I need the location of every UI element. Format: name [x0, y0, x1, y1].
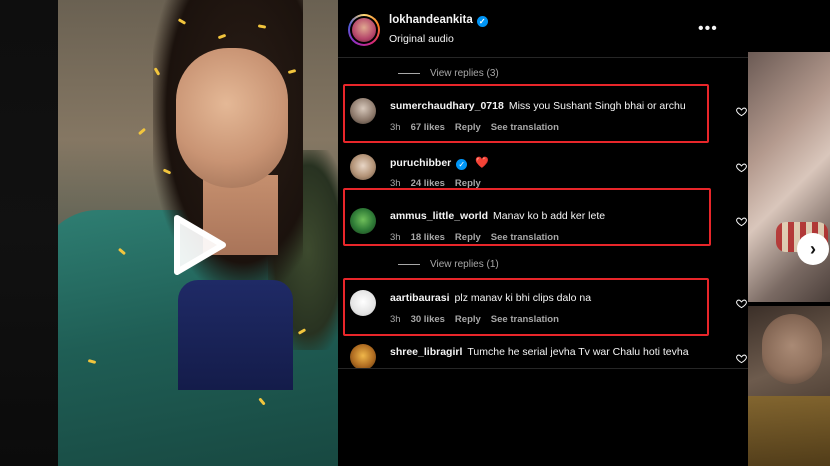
verified-badge-icon: ✓	[476, 16, 488, 27]
highlight-box	[343, 188, 711, 246]
feed-thumbnail-bottom[interactable]	[748, 306, 830, 466]
heart-outline-icon[interactable]	[736, 351, 747, 364]
comment-item: shree_libragirl Tumche he serial jevha Tv…	[350, 344, 748, 368]
more-horizontal-icon[interactable]: •••	[698, 20, 718, 38]
audio-label[interactable]: Original audio	[389, 33, 454, 45]
author-username[interactable]: lokhandeankita ✓	[389, 14, 488, 27]
comment-list: View replies (3) sumerchaudhary_0718 Miss…	[338, 58, 748, 368]
heart-outline-icon[interactable]	[736, 214, 747, 227]
reel-video[interactable]	[58, 0, 338, 466]
heart-outline-icon[interactable]	[736, 296, 747, 309]
highlight-box	[343, 84, 709, 143]
panel-divider	[338, 368, 748, 369]
commenter-avatar[interactable]	[350, 154, 376, 180]
commenter-username[interactable]: puruchibber	[390, 157, 451, 169]
reply-line	[398, 264, 420, 265]
comment-emoji: ❤️	[475, 157, 489, 169]
play-icon[interactable]	[171, 214, 227, 276]
highlight-box	[343, 278, 709, 336]
heart-outline-icon[interactable]	[736, 160, 747, 173]
view-replies-button[interactable]: View replies (3)	[398, 68, 499, 79]
comments-panel: lokhandeankita ✓ Original audio ••• View …	[338, 0, 748, 466]
post-header: lokhandeankita ✓ Original audio •••	[338, 0, 748, 58]
post-modal: lokhandeankita ✓ Original audio ••• View …	[58, 0, 748, 466]
feed-thumbnail-top[interactable]	[748, 52, 830, 302]
reply-line	[398, 73, 420, 74]
commenter-avatar[interactable]	[350, 344, 376, 368]
comment-text: Tumche he serial jevha Tv war Chalu hoti…	[467, 346, 689, 358]
commenter-username[interactable]: shree_libragirl	[390, 346, 462, 358]
feed-left-edge	[0, 0, 58, 466]
author-avatar[interactable]	[348, 14, 380, 46]
heart-outline-icon[interactable]	[736, 104, 747, 117]
chevron-right-icon[interactable]: ›	[797, 233, 829, 265]
verified-badge-icon: ✓	[456, 159, 468, 170]
view-replies-button[interactable]: View replies (1)	[398, 259, 499, 270]
